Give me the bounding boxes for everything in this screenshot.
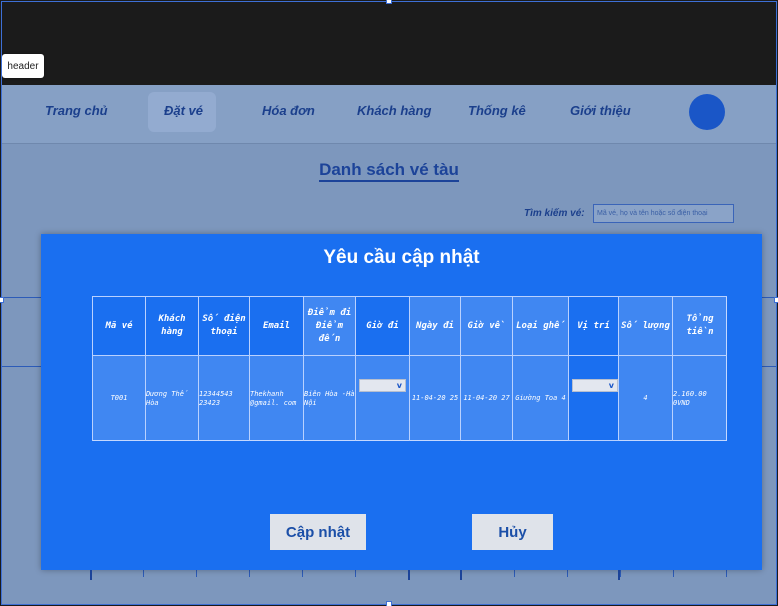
avatar[interactable] [689,94,725,130]
update-request-modal: Yêu cầu cập nhật Mã vé Khách hàng Số điệ… [41,234,762,570]
element-tag-label: header [2,54,44,78]
cell-route: Biên Hòa -Hà Nội [304,355,356,441]
col-header-email: Email [250,297,304,355]
col-header-total: Tổng tiền [673,297,727,355]
col-header-phone: Số điện thoại [199,297,250,355]
col-header-return-time: Giờ về [461,297,513,355]
chevron-down-icon: v [396,381,402,390]
cell-customer: Dương Thế Hòa [146,355,199,441]
nav-item-about[interactable]: Giới thiệu [570,103,631,118]
cell-email: Thekhanh @gmail. com [250,355,304,441]
modal-title: Yêu cầu cập nhật [323,247,480,268]
chevron-down-icon: v [608,381,614,390]
cell-ticket-id: T001 [93,355,146,441]
col-header-depart-date: Ngày đi [410,297,461,355]
nav-item-invoices[interactable]: Hóa đơn [262,103,315,118]
page-title-text: Danh sách vé tàu [319,160,459,182]
nav-item-booking[interactable]: Đặt vé [164,103,203,118]
background-table-divider [90,570,92,580]
col-header-depart-time: Giờ đi [356,297,410,355]
design-canvas: header Trang chủ Đặt vé Hóa đơn Khách hà… [0,0,778,606]
col-header-ticket-id: Mã vé [93,297,146,355]
cancel-button[interactable]: Hủy [472,514,553,550]
cell-depart-time [356,355,410,441]
update-button[interactable]: Cập nhật [270,514,366,550]
navbar: Trang chủ Đặt vé Hóa đơn Khách hàng Thốn… [2,85,776,144]
update-table: Mã vé Khách hàng Số điện thoại Email Điể… [92,296,727,441]
resize-handle[interactable] [0,297,4,303]
search-label: Tìm kiếm vé: [524,208,585,219]
resize-handle[interactable] [774,297,778,303]
cell-quantity: 4 [619,355,673,441]
cell-depart-date: 11-04-20 25 [410,355,461,441]
background-table-divider [460,570,462,580]
resize-handle[interactable] [386,0,392,4]
search-input[interactable]: Mã vé, họ và tên hoặc số điện thoại [593,204,734,223]
background-table-divider [618,570,620,580]
resize-handle[interactable] [386,601,392,606]
col-header-route: Điểm đi Điểm đến [304,297,356,355]
nav-item-home[interactable]: Trang chủ [45,103,108,118]
cell-position [569,355,619,441]
col-header-seat-type: Loại ghế [513,297,569,355]
cell-seat-type: Giường Toa 4 [513,355,569,441]
nav-item-statistics[interactable]: Thống kê [468,103,526,118]
position-dropdown[interactable]: v [572,379,618,392]
cell-phone: 12344543 23423 [199,355,250,441]
depart-time-dropdown[interactable]: v [359,379,406,392]
col-header-position: Vị trí [569,297,619,355]
col-header-customer: Khách hàng [146,297,199,355]
page-title: Danh sách vé tàu [2,160,776,182]
cell-return-time: 11-04-20 27 [461,355,513,441]
background-table-divider [408,570,410,580]
nav-item-customers[interactable]: Khách hàng [357,103,431,118]
col-header-quantity: Số lượng [619,297,673,355]
cell-total: 2.160.00 0VND [673,355,727,441]
